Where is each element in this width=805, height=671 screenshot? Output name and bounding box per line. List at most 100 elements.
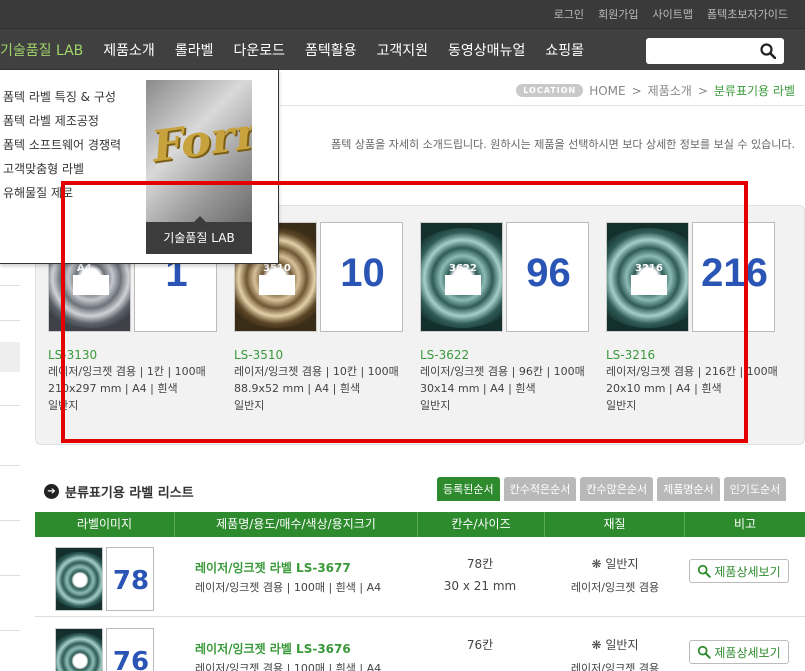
- nav-item-products[interactable]: 제품소개: [93, 40, 165, 60]
- product-spec-line3: 일반지: [234, 399, 265, 412]
- sidebar-divider: [0, 405, 20, 406]
- sheet-count: 96: [526, 251, 571, 295]
- col-header-cells-size: 칸수/사이즈: [418, 512, 545, 537]
- product-spec-line3: 일반지: [606, 399, 637, 412]
- breadcrumb-separator: >: [697, 83, 708, 98]
- product-code-link[interactable]: LS-3216: [606, 348, 791, 362]
- sort-tab-fewest-cells[interactable]: 칸수적은순서: [503, 477, 577, 501]
- dropdown-item-process[interactable]: 폼텍 라벨 제조공정: [3, 112, 121, 136]
- nav-item-roll-label[interactable]: 롤라벨: [165, 40, 224, 60]
- dropdown-item-software[interactable]: 폼텍 소프트웨어 경쟁력: [3, 136, 121, 160]
- row-size: 30 x 21 mm: [443, 579, 517, 593]
- product-spec-line2: 88.9x52 mm | A4 | 흰색: [234, 382, 361, 395]
- sidebar-divider: [0, 630, 20, 631]
- sidebar-divider: [0, 285, 20, 286]
- nav-item-download[interactable]: 다운로드: [223, 40, 295, 60]
- formtec-logo-text: Formtec: [150, 94, 252, 173]
- detail-button-label: 제품상세보기: [714, 564, 781, 579]
- arrow-right-icon: ➔: [44, 484, 59, 499]
- beginner-guide-link[interactable]: 폼텍초보자가이드: [700, 6, 795, 22]
- login-link[interactable]: 로그인: [547, 6, 591, 22]
- row-cells: 78칸: [466, 557, 494, 571]
- breadcrumb-home[interactable]: HOME: [589, 84, 625, 98]
- table-row: 76 레이저/잉크젯 라벨 LS-3676 레이저/잉크젯 겸용 | 100매 | …: [35, 618, 805, 671]
- sidebar-divider: [0, 520, 20, 521]
- product-detail-button[interactable]: 제품상세보기: [689, 640, 789, 664]
- list-table-header: 라벨이미지 제품명/용도/매수/색상/용지크기 칸수/사이즈 재질 비고: [35, 512, 805, 537]
- row-cover-image[interactable]: [55, 628, 103, 671]
- product-detail-button[interactable]: 제품상세보기: [689, 559, 789, 583]
- product-thumbs[interactable]: 3622 96: [420, 222, 605, 332]
- row-title-link[interactable]: 레이저/잉크젯 라벨 LS-3676: [195, 640, 351, 657]
- cover-code: 3216: [635, 263, 663, 274]
- row-material-text: 일반지: [605, 638, 639, 652]
- search-icon[interactable]: [760, 43, 776, 59]
- sheet-count: 216: [701, 251, 768, 295]
- cover-code: A4: [77, 263, 92, 274]
- row-sheet-count: 76: [112, 647, 150, 671]
- signup-link[interactable]: 회원가입: [591, 6, 645, 22]
- product-code-link[interactable]: LS-3510: [234, 348, 419, 362]
- sidebar-divider: [0, 465, 20, 466]
- dropdown-item-custom[interactable]: 고객맞춤형 라벨: [3, 160, 121, 184]
- nav-item-shop[interactable]: 쇼핑몰: [535, 40, 594, 60]
- row-desc: 레이저/잉크젯 겸용 | 100매 | 흰색 | A4: [195, 662, 382, 671]
- header-divider: [280, 105, 805, 106]
- nav-item-video-manual[interactable]: 동영상매뉴얼: [438, 40, 535, 60]
- dropdown-item-features[interactable]: 폼텍 라벨 특징 & 구성: [3, 88, 121, 112]
- sidebar-item-active[interactable]: [0, 342, 20, 372]
- product-thumbs[interactable]: 3216 216: [606, 222, 791, 332]
- product-code-link[interactable]: LS-3622: [420, 348, 605, 362]
- list-title-text: 분류표기용 라벨 리스트: [65, 486, 194, 501]
- product-spec-line1: 레이저/잉크젯 겸용 | 216칸 | 100매: [606, 365, 778, 378]
- lab-promo-image[interactable]: Formtec: [146, 80, 252, 222]
- breadcrumb-products[interactable]: 제품소개: [648, 82, 692, 99]
- cover-code: 3510: [263, 263, 291, 274]
- col-header-note: 비고: [733, 517, 757, 531]
- row-desc: 레이저/잉크젯 겸용 | 100매 | 흰색 | A4: [195, 581, 382, 594]
- sort-tab-most-cells[interactable]: 칸수많은순서: [580, 477, 654, 501]
- search-input[interactable]: [646, 38, 754, 64]
- row-cover-image[interactable]: [55, 547, 103, 611]
- row-material: ❋ 일반지: [545, 555, 685, 572]
- sort-tab-name[interactable]: 제품명순서: [657, 477, 720, 501]
- row-sheet-image[interactable]: 78: [106, 547, 154, 611]
- dropdown-item-zero-hazard[interactable]: 유해물질 제로: [3, 184, 121, 208]
- row-sheet-count: 78: [112, 566, 150, 596]
- product-code-link[interactable]: LS-3130: [48, 348, 233, 362]
- product-spec-line2: 210x297 mm | A4 | 흰색: [48, 382, 178, 395]
- nav-item-lab[interactable]: 기술품질 LAB: [0, 40, 93, 60]
- product-spec-line2: 20x10 mm | A4 | 흰색: [606, 382, 722, 395]
- lab-promo-caption[interactable]: 기술품질 LAB: [146, 216, 252, 254]
- dropdown-list: 폼텍 라벨 특징 & 구성 폼텍 라벨 제조공정 폼텍 소프트웨어 경쟁력 고객…: [3, 88, 121, 208]
- list-heading: ➔ 분류표기용 라벨 리스트: [44, 482, 194, 501]
- sitemap-link[interactable]: 사이트맵: [646, 6, 700, 22]
- nav-item-support[interactable]: 고객지원: [367, 40, 439, 60]
- product-spec-line1: 레이저/잉크젯 겸용 | 1칸 | 100매: [48, 365, 206, 378]
- row-sheet-image[interactable]: 76: [106, 628, 154, 671]
- material-badge-icon: ❋: [591, 638, 602, 652]
- location-badge: LOCATION: [516, 84, 584, 97]
- sort-tab-registered[interactable]: 등록된순서: [437, 477, 500, 501]
- row-material: ❋ 일반지: [545, 636, 685, 653]
- product-card[interactable]: 3622 96 LS-3622 레이저/잉크젯 겸용 | 96칸 | 100매 30x1…: [420, 222, 605, 413]
- product-sheet-image[interactable]: 96: [506, 222, 589, 332]
- magnifier-icon: [698, 645, 712, 659]
- nav-item-usage[interactable]: 폼텍활용: [295, 40, 367, 60]
- search-box: [646, 38, 784, 64]
- sort-tab-popularity[interactable]: 인기도순서: [723, 477, 787, 501]
- top-links: 로그인 회원가입 사이트맵 폼텍초보자가이드: [547, 6, 795, 22]
- row-title-link[interactable]: 레이저/잉크젯 라벨 LS-3677: [195, 559, 351, 576]
- magnifier-icon: [698, 564, 712, 578]
- col-header-material: 재질: [545, 512, 685, 537]
- material-badge-icon: ❋: [591, 557, 602, 571]
- product-cover-image[interactable]: 3216: [606, 222, 689, 332]
- product-sheet-image[interactable]: 216: [692, 222, 775, 332]
- product-card[interactable]: 3216 216 LS-3216 레이저/잉크젯 겸용 | 216칸 | 100매 20…: [606, 222, 791, 413]
- product-cover-image[interactable]: 3622: [420, 222, 503, 332]
- sheet-count: 10: [340, 251, 385, 295]
- breadcrumb-current: 분류표기용 라벨: [713, 84, 795, 98]
- col-header-image: 라벨이미지: [35, 512, 175, 537]
- product-sheet-image[interactable]: 10: [320, 222, 403, 332]
- product-spec-line2: 30x14 mm | A4 | 흰색: [420, 382, 536, 395]
